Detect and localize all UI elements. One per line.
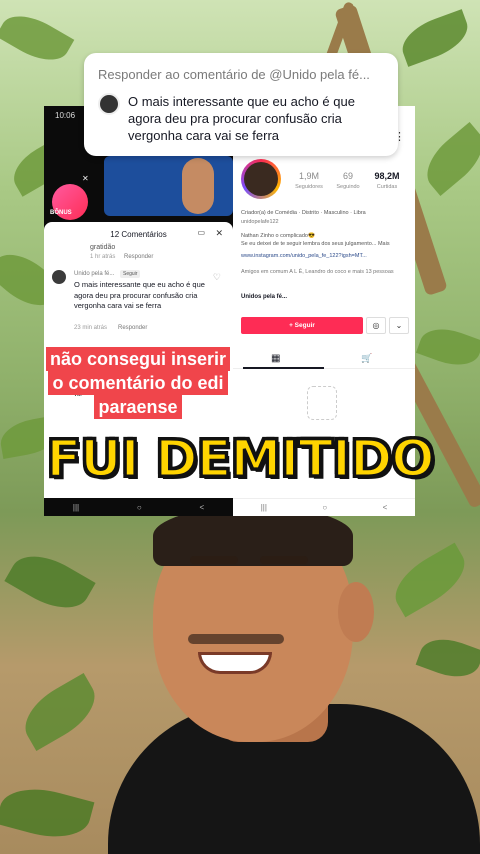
- stat-followers-label: Seguidores: [295, 184, 323, 190]
- profile-tabs: ▦ 🛒: [233, 349, 415, 369]
- mutual-friends[interactable]: Amigos em comum A L Ê, Leandro do coco e…: [241, 268, 411, 276]
- home-icon[interactable]: ○: [137, 503, 142, 512]
- stat-followers[interactable]: 1,9M Seguidores: [289, 171, 329, 190]
- reply-comment-card: Responder ao comentário de @Unido pela f…: [84, 53, 398, 156]
- avatar[interactable]: [52, 270, 66, 284]
- bonus-label: BÔNUS: [50, 210, 72, 216]
- prev-comment-text: gratidão: [90, 244, 116, 251]
- person-mustache: [188, 634, 284, 644]
- profile-handle: unidopelafe122: [241, 219, 279, 225]
- shop-tab-icon[interactable]: 🛒: [361, 353, 372, 364]
- stat-likes[interactable]: 98,2M Curtidas: [367, 171, 407, 190]
- caption-line-2: o comentário do edi: [48, 371, 228, 395]
- reply-link[interactable]: Responder: [118, 325, 147, 331]
- instagram-icon[interactable]: ◎: [366, 317, 386, 334]
- chevron-down-icon[interactable]: ⌄: [389, 317, 409, 334]
- video-hand: [182, 158, 214, 214]
- grid-tab-icon[interactable]: ▦: [271, 353, 280, 364]
- profile-name: Nathan Zinho o complicado😎: [241, 233, 315, 239]
- red-caption: não consegui inserir o comentário do edi…: [42, 347, 234, 419]
- reply-header: Responder ao comentário de @Unido pela f…: [98, 67, 370, 82]
- stat-following[interactable]: 69 Seguindo: [328, 171, 368, 190]
- caption-line-1: não consegui inserir: [45, 347, 231, 371]
- stat-following-label: Seguindo: [336, 184, 360, 190]
- profile-avatar[interactable]: [241, 159, 281, 199]
- stat-following-value: 69: [342, 171, 353, 181]
- prev-reply-link[interactable]: Responder: [124, 254, 153, 260]
- stat-followers-value: 1,9M: [298, 171, 319, 181]
- close-icon[interactable]: ✕: [82, 174, 89, 183]
- android-navbar-right: ||| ○ <: [233, 498, 415, 516]
- avatar: [98, 93, 120, 115]
- empty-state-icon: [307, 386, 337, 420]
- prev-comment-meta: 1 hr atrás: [90, 254, 116, 260]
- back-icon[interactable]: <: [199, 503, 204, 512]
- back-icon-right[interactable]: <: [383, 503, 388, 512]
- person-selfie: [108, 506, 480, 854]
- caption-line-3: paraense: [94, 395, 182, 419]
- active-tab-indicator: [243, 367, 324, 369]
- stat-likes-label: Curtidas: [376, 184, 398, 190]
- comment-meta: 23 min atrás: [74, 325, 108, 331]
- reply-quoted-comment: O mais interessante que eu acho é que ag…: [128, 94, 355, 143]
- status-time: 10:06: [55, 111, 76, 120]
- profile-bio[interactable]: Se eu deixei de te seguir lembra dos seu…: [241, 241, 411, 247]
- profile-category: Criador(a) de Comédia · Distrito · Mascu…: [241, 210, 366, 216]
- follow-button[interactable]: + Seguir: [241, 317, 363, 334]
- video-title-overlay: FUI DEMITIDO: [45, 429, 436, 491]
- comment-username[interactable]: Unido pela fé...: [74, 271, 114, 277]
- person-ear: [338, 582, 374, 642]
- person-smile: [198, 652, 272, 674]
- recent-apps-icon-right[interactable]: |||: [261, 503, 267, 512]
- stat-likes-value: 98,2M: [374, 171, 400, 181]
- group-link[interactable]: Unidos pela fé...: [241, 294, 287, 300]
- recent-apps-icon[interactable]: |||: [73, 503, 79, 512]
- close-comments-icon[interactable]: ✕: [215, 228, 223, 239]
- filter-icon[interactable]: ▭: [197, 228, 205, 237]
- person-brow-left: [190, 556, 238, 564]
- comment-body: O mais interessante que eu acho é que ag…: [74, 280, 205, 310]
- android-navbar: ||| ○ <: [44, 498, 233, 516]
- person-brow-right: [260, 556, 308, 564]
- follow-badge[interactable]: Seguir: [120, 270, 141, 278]
- home-icon-right[interactable]: ○: [322, 503, 327, 512]
- heart-icon[interactable]: ♡: [213, 272, 221, 283]
- profile-link[interactable]: www.instagram.com/unido_pela_fe_122?igsh…: [241, 253, 367, 259]
